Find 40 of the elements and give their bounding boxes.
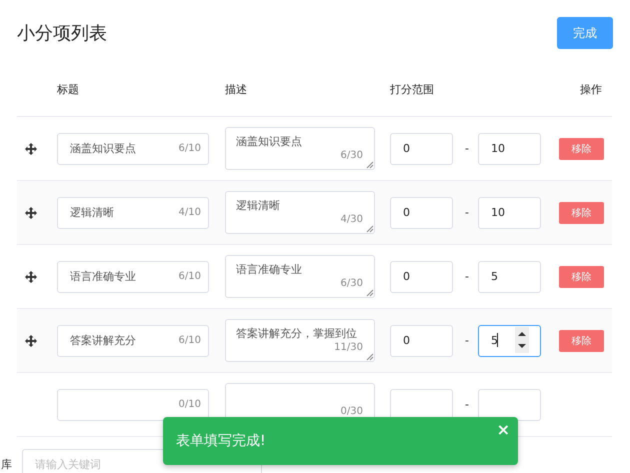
resize-grip-icon[interactable]: [366, 161, 374, 169]
max-score-field[interactable]: 10: [478, 132, 541, 164]
max-score-field[interactable]: 10: [478, 196, 541, 228]
character-count: 6/10: [178, 143, 201, 154]
column-header: 操作: [580, 82, 602, 97]
column-header: 标题: [57, 82, 80, 97]
character-count: 6/10: [178, 335, 201, 346]
field-label: 库: [1, 456, 12, 472]
range-separator: -: [465, 206, 469, 219]
min-score-field[interactable]: 0: [390, 260, 453, 292]
character-count: 4/30: [340, 214, 363, 225]
resize-grip-icon[interactable]: [366, 353, 374, 361]
column-header: 描述: [225, 82, 248, 97]
min-score-field[interactable]: 0: [390, 196, 453, 228]
min-score-field[interactable]: 0: [390, 324, 453, 356]
drag-handle-icon[interactable]: [25, 142, 37, 154]
character-count: 0/30: [340, 406, 363, 417]
spinner-icon[interactable]: [515, 326, 529, 352]
resize-grip-icon[interactable]: [366, 289, 374, 297]
drag-handle-icon[interactable]: [25, 206, 37, 218]
max-score-field[interactable]: 5: [478, 260, 541, 292]
range-separator: -: [465, 398, 469, 411]
character-count: 6/10: [178, 271, 201, 282]
character-count: 11/30: [334, 342, 363, 353]
character-count: 0/10: [178, 399, 201, 410]
drag-handle-icon[interactable]: [25, 334, 37, 346]
range-separator: -: [465, 142, 469, 155]
resize-grip-icon[interactable]: [366, 225, 374, 233]
title-field[interactable]: [57, 388, 209, 420]
character-count: 6/30: [340, 150, 363, 161]
toast-message: 表单填写完成!: [176, 432, 266, 450]
max-score-field[interactable]: [478, 388, 541, 420]
character-count: 6/30: [340, 278, 363, 289]
drag-handle-icon[interactable]: [25, 270, 37, 282]
min-score-field[interactable]: 0: [390, 132, 453, 164]
page-title: 小分项列表: [17, 22, 107, 45]
character-count: 4/10: [178, 207, 201, 218]
column-header: 打分范围: [390, 82, 435, 97]
range-separator: -: [465, 270, 469, 283]
range-separator: -: [465, 334, 469, 347]
